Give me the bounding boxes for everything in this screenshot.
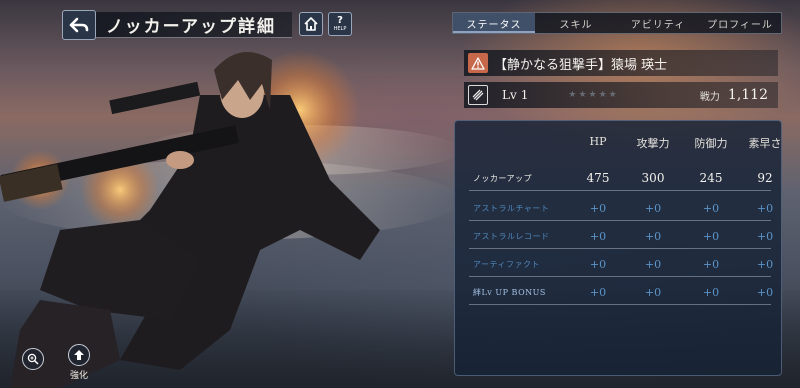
tab-status[interactable]: ステータス	[453, 13, 535, 33]
tab-profile[interactable]: プロフィール	[699, 13, 781, 33]
zoom-icon	[27, 353, 39, 365]
power-value: 1,112	[727, 87, 768, 103]
title-bar: ノッカーアップ詳細	[96, 12, 292, 38]
row-value-speed: +0	[756, 286, 774, 299]
home-icon	[304, 17, 318, 31]
character-name: 【静かなる狙撃手】猿場 瑛士	[494, 57, 668, 73]
row-value-speed: 92	[757, 171, 773, 185]
home-button[interactable]	[299, 12, 323, 36]
row-value-defense: +0	[702, 258, 720, 271]
character-level-row: Lv 1 ★★★★★ 戦力 1,112	[464, 82, 778, 108]
table-row: アーティファクト +0 +0 +0 +0	[469, 249, 773, 277]
row-value-defense: +0	[702, 230, 720, 243]
row-value-attack: +0	[644, 286, 662, 299]
row-value-hp: +0	[589, 230, 607, 243]
tab-skill[interactable]: スキル	[535, 13, 617, 33]
table-row: アストラルチャート +0 +0 +0 +0	[469, 193, 773, 221]
page-title: ノッカーアップ詳細	[106, 17, 276, 37]
level-label: Lv	[502, 88, 517, 102]
stat-header-defense: 防御力	[694, 137, 728, 150]
row-value-hp: +0	[589, 202, 607, 215]
stat-header-attack: 攻撃力	[636, 137, 670, 150]
row-value-attack: +0	[644, 258, 662, 271]
row-value-defense: +0	[702, 286, 720, 299]
row-value-speed: +0	[756, 202, 774, 215]
table-row: アストラルレコード +0 +0 +0 +0	[469, 221, 773, 249]
row-value-attack: +0	[644, 230, 662, 243]
enhance-arrow-icon	[68, 344, 90, 366]
enhance-label: 強化	[69, 371, 88, 381]
enhance-button[interactable]: 強化	[66, 344, 92, 384]
sniper-class-icon	[468, 85, 488, 105]
row-label: アストラルレコード	[473, 232, 550, 241]
help-icon: ?	[337, 15, 343, 26]
help-button[interactable]: ? HELP	[328, 12, 352, 36]
row-value-attack: +0	[644, 202, 662, 215]
row-value-defense: 245	[699, 171, 723, 185]
stat-header-speed: 素早さ	[748, 137, 782, 150]
row-label: アーティファクト	[473, 260, 541, 269]
zoom-button[interactable]	[22, 348, 44, 370]
rarity-stars: ★★★★★	[568, 90, 619, 100]
table-row: ノッカーアップ 475 300 245 92	[469, 163, 773, 191]
character-name-row: 【静かなる狙撃手】猿場 瑛士	[464, 50, 778, 76]
tab-ability[interactable]: アビリティ	[617, 13, 699, 33]
power-label: 戦力	[699, 91, 720, 103]
detail-tabs: ステータス スキル アビリティ プロフィール	[452, 12, 782, 34]
stats-panel: HP 攻撃力 防御力 素早さ ノッカーアップ 475 300 245 92 アス…	[454, 120, 782, 376]
stats-header: HP 攻撃力 防御力 素早さ	[455, 135, 782, 151]
back-arrow-icon	[69, 17, 89, 33]
warning-icon	[468, 53, 488, 73]
row-value-defense: +0	[702, 202, 720, 215]
stat-header-hp: HP	[589, 135, 607, 148]
character-artwork	[0, 50, 460, 388]
row-label: アストラルチャート	[473, 204, 550, 213]
row-value-hp: +0	[589, 258, 607, 271]
row-label: 絆Lv UP BONUS	[473, 288, 546, 297]
row-value-attack: 300	[641, 171, 665, 185]
help-label: HELP	[333, 26, 347, 32]
back-button[interactable]	[62, 10, 96, 40]
level-value: 1	[520, 88, 529, 102]
row-value-hp: +0	[589, 286, 607, 299]
row-label: ノッカーアップ	[473, 174, 533, 183]
row-value-speed: +0	[756, 230, 774, 243]
row-value-hp: 475	[586, 171, 610, 185]
row-value-speed: +0	[756, 258, 774, 271]
table-row: 絆Lv UP BONUS +0 +0 +0 +0	[469, 277, 773, 305]
